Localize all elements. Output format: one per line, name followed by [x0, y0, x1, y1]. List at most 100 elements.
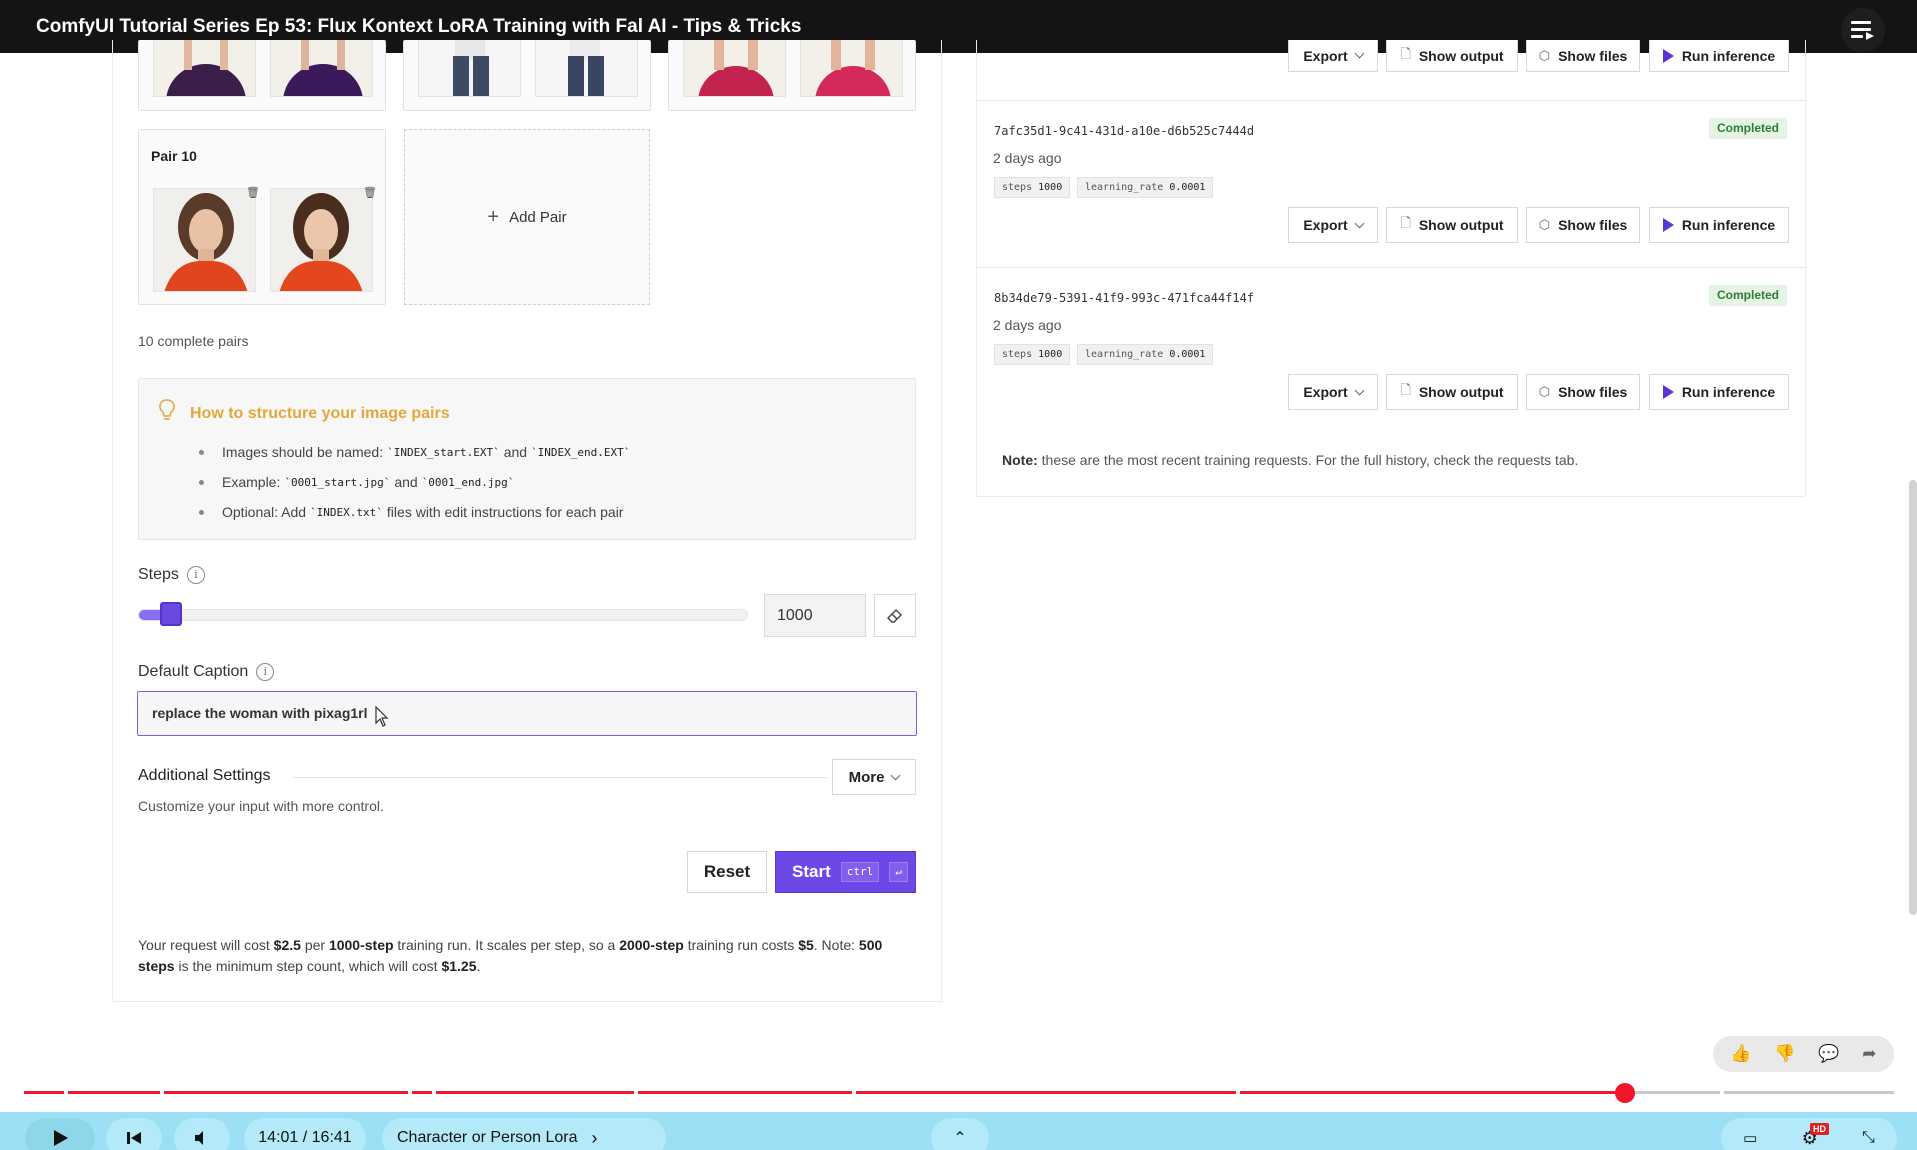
more-settings-button[interactable]: More	[832, 759, 916, 795]
comments-icon[interactable]: 💬	[1818, 1044, 1839, 1064]
package-icon: ⬡	[1538, 384, 1551, 399]
plus-icon: +	[487, 205, 500, 228]
share-icon[interactable]: ➦	[1862, 1044, 1876, 1064]
more-label: More	[848, 768, 885, 786]
play-icon	[1662, 48, 1674, 63]
help-heading: How to structure your image pairs	[190, 405, 450, 422]
skip-previous-icon	[127, 1132, 141, 1144]
steps-slider[interactable]	[138, 602, 748, 626]
time-display: 14:01 / 16:41	[244, 1118, 366, 1150]
export-button[interactable]: Export	[1288, 207, 1378, 243]
video-title[interactable]: ComfyUI Tutorial Series Ep 53: Flux Kont…	[36, 16, 801, 38]
start-button[interactable]: Start ctrl ↵	[775, 851, 916, 893]
progress-played-segment	[856, 1091, 1236, 1094]
run-inference-button[interactable]: Run inference	[1649, 40, 1789, 72]
thumbs-up-icon[interactable]: 👍	[1730, 1044, 1751, 1064]
file-icon: 🗋	[1400, 382, 1411, 397]
add-pair-button[interactable]: + Add Pair	[404, 129, 650, 305]
play-icon	[54, 1130, 68, 1146]
default-caption-input[interactable]: replace the woman with pixag1rl	[137, 691, 917, 736]
pair-image-end[interactable]	[270, 40, 373, 97]
steps-label-row: Steps i	[138, 566, 205, 584]
cost-info: Your request will cost $2.5 per 1000-ste…	[138, 937, 883, 974]
pair-box-7	[138, 40, 386, 111]
add-pair-label: Add Pair	[509, 208, 567, 226]
pair-box-10: Pair 10 🗑 🗑	[138, 129, 386, 305]
reset-button[interactable]: Reset	[687, 851, 767, 893]
pair-image-end[interactable]	[800, 40, 903, 97]
progress-played-segment	[24, 1091, 64, 1094]
param-tag: steps 1000	[994, 344, 1071, 365]
show-files-button[interactable]: ⬡ Show files	[1526, 207, 1640, 243]
info-icon[interactable]: i	[186, 566, 205, 584]
status-badge: Completed	[1709, 118, 1788, 139]
thumbs-down-icon[interactable]: 👎	[1774, 1044, 1795, 1064]
pair-image-start[interactable]	[153, 40, 256, 97]
subtitles-icon[interactable]: ▭	[1743, 1129, 1757, 1147]
run-inference-button[interactable]: Run inference	[1649, 374, 1789, 410]
pair-image-start[interactable]	[153, 188, 256, 292]
export-button[interactable]: Export	[1288, 40, 1378, 72]
pair-image-start[interactable]	[683, 40, 786, 97]
expand-button[interactable]: ⌃	[931, 1118, 989, 1150]
progress-scrubber[interactable]	[1614, 1083, 1635, 1103]
caption-label: Default Caption	[138, 663, 249, 680]
pair-image-end[interactable]	[270, 188, 373, 292]
fullscreen-exit-icon[interactable]: ⤡	[1862, 1129, 1875, 1147]
status-badge: Completed	[1709, 285, 1788, 306]
chevron-down-icon	[1354, 218, 1365, 228]
steps-slider-handle[interactable]	[159, 602, 182, 626]
recent-requests-card	[976, 40, 1806, 497]
request-id[interactable]: 8b34de79-5391-41f9-993c-471fca44f14f	[994, 291, 1254, 305]
delete-end-image-icon[interactable]: 🗑	[363, 187, 377, 199]
playlist-menu-button[interactable]	[1841, 8, 1885, 52]
video-progress-bar[interactable]	[24, 1091, 1894, 1095]
request-id[interactable]: 7afc35d1-9c41-431d-a10e-d6b525c7444d	[994, 124, 1254, 138]
pair-box-8	[403, 40, 651, 111]
chevron-down-icon	[890, 770, 901, 780]
show-output-button[interactable]: 🗋 Show output	[1386, 207, 1518, 243]
pair-image-end[interactable]	[535, 40, 638, 97]
playlist-icon	[1851, 21, 1875, 40]
delete-start-image-icon[interactable]: 🗑	[246, 187, 260, 199]
show-output-button[interactable]: 🗋 Show output	[1386, 40, 1518, 72]
additional-settings-description: Customize your input with more control.	[138, 798, 384, 814]
package-icon: ⬡	[1538, 217, 1551, 232]
previous-button[interactable]	[106, 1118, 162, 1150]
page-scrollbar[interactable]	[1909, 480, 1917, 915]
requests-note: Note: these are the most recent training…	[1002, 452, 1579, 468]
settings-controls: ▭ ⚙ ⤡	[1721, 1118, 1897, 1150]
kbd-ctrl: ctrl	[840, 862, 880, 882]
export-button[interactable]: Export	[1288, 374, 1378, 410]
show-files-button[interactable]: ⬡ Show files	[1526, 40, 1640, 72]
param-tag: steps 1000	[994, 177, 1071, 198]
help-item: Example: `0001_start.jpg` and `0001_end.…	[199, 467, 634, 497]
play-button[interactable]	[25, 1118, 95, 1150]
chevron-down-icon	[1354, 385, 1365, 395]
show-output-button[interactable]: 🗋 Show output	[1386, 374, 1518, 410]
chevron-down-icon	[1354, 48, 1365, 59]
volume-button[interactable]	[174, 1118, 230, 1150]
video-actions-pill: 👍 👎 💬 ➦	[1713, 1036, 1894, 1072]
progress-played-segment	[68, 1091, 160, 1094]
mouse-cursor-icon	[375, 706, 389, 727]
chevron-up-icon: ⌃	[953, 1130, 967, 1147]
run-inference-button[interactable]: Run inference	[1649, 207, 1789, 243]
lightbulb-icon	[159, 399, 175, 420]
chevron-right-icon: ›	[591, 1127, 598, 1148]
complete-pairs-count: 10 complete pairs	[138, 333, 249, 349]
param-tag: learning_rate 0.0001	[1077, 177, 1214, 198]
hd-badge: HD	[1810, 1123, 1829, 1135]
request-time: 2 days ago	[993, 317, 1062, 333]
clear-steps-button[interactable]	[874, 594, 916, 637]
chapter-button[interactable]: Character or Person Lora ›	[382, 1118, 666, 1150]
kbd-enter: ↵	[889, 862, 908, 882]
info-icon[interactable]: i	[256, 663, 275, 681]
steps-input[interactable]: 1000	[764, 594, 866, 637]
progress-played-segment	[164, 1091, 408, 1094]
pair-image-start[interactable]	[418, 40, 521, 97]
volume-icon	[195, 1131, 203, 1145]
help-item: Images should be named: `INDEX_start.EXT…	[199, 437, 634, 467]
progress-played-segment	[412, 1091, 432, 1094]
show-files-button[interactable]: ⬡ Show files	[1526, 374, 1640, 410]
